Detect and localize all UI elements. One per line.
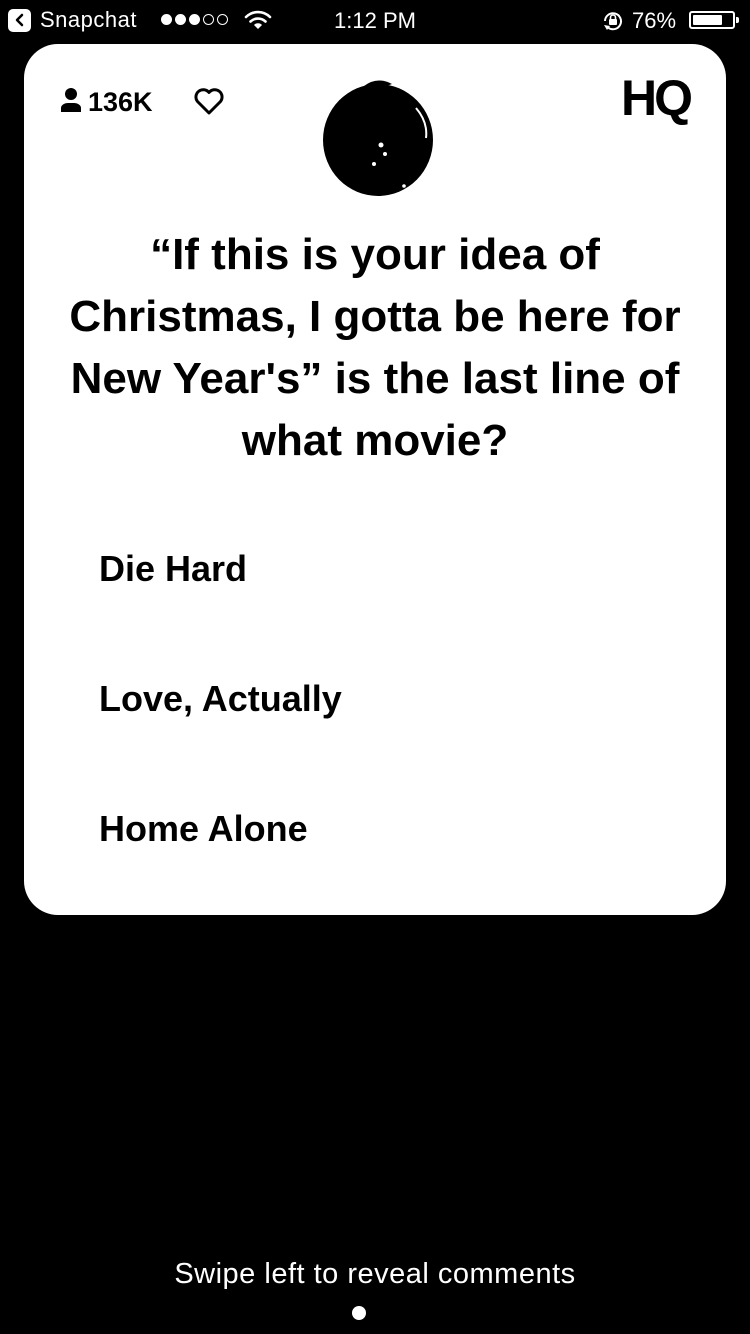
answer-list: Die Hard Love, Actually Home Alone [24, 534, 726, 924]
status-bar: Snapchat 1:12 PM 76% [0, 0, 750, 40]
battery-level-fill [693, 15, 722, 25]
viewer-count: 136K [88, 86, 153, 117]
answer-option-3[interactable]: Home Alone [24, 794, 726, 924]
battery-percentage: 76% [632, 8, 677, 33]
page-indicator-dot [352, 1306, 366, 1320]
battery-icon [689, 11, 741, 29]
viewer-count-group: 136K [60, 86, 153, 118]
heart-icon[interactable] [193, 86, 225, 121]
swipe-hint: Swipe left to reveal comments [174, 1258, 576, 1290]
answer-option-2[interactable]: Love, Actually [24, 664, 726, 794]
hq-logo: HQ [621, 70, 693, 126]
host-video-avatar [322, 78, 438, 200]
question-text: “If this is your idea of Christmas, I go… [69, 230, 681, 465]
rotation-lock-icon [601, 10, 625, 38]
person-icon [60, 87, 82, 118]
question-card: 136K HQ “If this is your idea of Christm… [24, 44, 726, 915]
answer-option-1[interactable]: Die Hard [24, 534, 726, 664]
